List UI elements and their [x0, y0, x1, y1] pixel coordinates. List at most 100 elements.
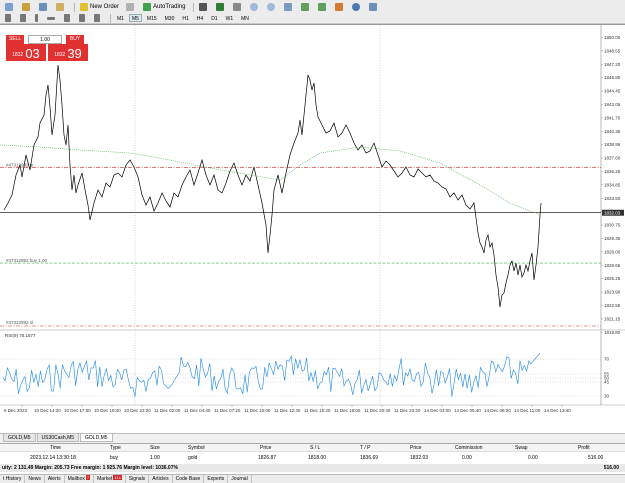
chart-tab[interactable]: US30Cash,M5 — [36, 434, 80, 442]
column-header[interactable]: Size — [150, 444, 160, 452]
column-header[interactable]: Price — [410, 444, 421, 452]
rsi-axis-label: 70 — [604, 357, 610, 362]
terminal-tab[interactable]: Articles — [149, 475, 173, 483]
chart-tab[interactable]: GOLD,M5 — [3, 434, 36, 442]
terminal-tab[interactable]: Journal — [228, 475, 252, 483]
timeframe-m1[interactable]: M1 — [114, 14, 127, 22]
terminal-tab-label: Journal — [231, 476, 248, 482]
time-axis-label: 11 Dec 12:40 — [274, 408, 301, 413]
terminal-tab[interactable]: Code Base — [173, 475, 205, 483]
templates-button[interactable] — [367, 2, 381, 12]
terminal-tab-label: Signals — [128, 476, 146, 482]
navigator-button[interactable] — [54, 2, 68, 12]
chart-window[interactable]: 1850.00 1848.55 1847.20 1845.80 1844.45 1843.… — [0, 24, 625, 433]
price-axis-label: 1822.55 — [604, 303, 621, 308]
timeframe-mn[interactable]: MN — [238, 14, 252, 22]
terminal-tab[interactable]: Signals — [126, 475, 150, 483]
market-watch-button[interactable] — [37, 2, 51, 12]
periods-button[interactable] — [350, 2, 364, 12]
price-chart[interactable]: 1850.00 1848.55 1847.20 1845.80 1844.45 1843.… — [0, 25, 625, 434]
table-cell: 1.00 — [150, 455, 160, 461]
profiles-button[interactable] — [20, 2, 34, 12]
autotrading-button[interactable]: AutoTrading — [141, 2, 187, 12]
autoscroll-button[interactable] — [299, 2, 313, 12]
terminal-tab[interactable]: Alerts — [45, 475, 65, 483]
terminal-tab-label: News — [28, 476, 41, 482]
toolbar-separator — [74, 2, 75, 12]
buy-button[interactable]: BUY — [66, 34, 84, 44]
timeframe-m15[interactable]: M15 — [144, 14, 160, 22]
timeframe-h4[interactable]: H4 — [194, 14, 206, 22]
trade-panel-prices: 1832 03 1832 39 — [6, 44, 88, 61]
crosshair-button[interactable] — [18, 13, 30, 23]
channel-button[interactable] — [77, 13, 89, 23]
table-row[interactable]: 2023.12.14 13:30:18 buy 1.00 gold 1826.87 181… — [0, 454, 625, 462]
price-axis-label: 1844.45 — [604, 89, 621, 94]
column-header[interactable]: Profit — [578, 444, 590, 452]
price-axis-label: 1841.70 — [604, 115, 621, 120]
indicators-icon — [335, 3, 344, 11]
volume-input[interactable]: 1.00 — [28, 34, 62, 44]
cursor-button[interactable] — [3, 13, 15, 23]
table-cell: gold — [188, 455, 198, 461]
timeframe-m5[interactable]: M5 — [128, 14, 142, 22]
horizontal-line-button[interactable] — [45, 13, 59, 23]
new-chart-icon — [5, 3, 13, 11]
terminal-tab[interactable]: Mailbox 7 — [65, 475, 95, 483]
price-axis-label: 1843.05 — [604, 102, 621, 107]
price-axis-label: 1828.00 — [604, 249, 621, 254]
terminal-tab[interactable]: Market 114 — [94, 475, 126, 483]
zoom-out-button[interactable] — [265, 2, 279, 12]
bar-chart-button[interactable] — [197, 2, 211, 12]
line-chart-icon — [233, 3, 242, 11]
autotrading-icon — [143, 3, 152, 11]
vertical-line-button[interactable] — [33, 13, 42, 23]
new-order-button[interactable]: New Order — [78, 2, 121, 12]
text-button[interactable] — [92, 13, 104, 23]
column-header[interactable]: Time — [50, 444, 61, 452]
terminal-tab[interactable]: News — [25, 475, 45, 483]
column-header[interactable]: Symbol — [188, 444, 205, 452]
terminal-tab[interactable]: Experts — [204, 475, 229, 483]
buy-price-box[interactable]: 1832 39 — [48, 44, 88, 61]
chart-tab[interactable]: GOLD,M5 — [80, 434, 113, 442]
templates-icon — [369, 3, 378, 11]
timeframe-d1[interactable]: D1 — [208, 14, 220, 22]
metaeditor-button[interactable] — [124, 2, 138, 12]
sell-button[interactable]: SELL — [6, 34, 24, 44]
sell-price-box[interactable]: 1832 03 — [6, 44, 46, 61]
rsi-axis-label: 30 — [604, 394, 610, 399]
new-chart-button[interactable] — [3, 2, 17, 12]
chart-shift-button[interactable] — [316, 2, 330, 12]
rsi-axis-label: 45 — [604, 380, 610, 385]
indicators-button[interactable] — [333, 2, 347, 12]
line-chart-button[interactable] — [231, 2, 245, 12]
price-axis-label: 1845.80 — [604, 75, 621, 80]
timeframe-m30[interactable]: M30 — [162, 14, 178, 22]
terminal-tab-label: Code Base — [175, 476, 201, 482]
column-header[interactable]: Price — [260, 444, 271, 452]
time-axis-label: 14 Dec 05:40 — [454, 408, 481, 413]
terminal-tab[interactable]: t History — [0, 475, 26, 483]
trendline-button[interactable] — [62, 13, 74, 23]
table-cell: 516.00 — [588, 455, 604, 461]
terminal-tab-bar: t History News Alerts Mailbox 7 Market 114 Sign… — [0, 474, 625, 483]
timeframe-h1[interactable]: H1 — [179, 14, 191, 22]
zoom-in-button[interactable] — [248, 2, 262, 12]
price-axis-label: 1829.35 — [604, 236, 621, 241]
column-header[interactable]: Commission — [455, 444, 483, 452]
metaeditor-icon — [126, 3, 135, 11]
price-axis-label: 1834.85 — [604, 182, 621, 187]
new-order-label: New Order — [90, 4, 120, 10]
column-header[interactable]: Type — [110, 444, 121, 452]
column-header[interactable]: S / L — [310, 444, 320, 452]
timeframe-w1[interactable]: W1 — [223, 14, 237, 22]
candles-button[interactable] — [214, 2, 228, 12]
time-axis-label: 14 Dec 03:00 — [424, 408, 451, 413]
column-header[interactable]: T / P — [360, 444, 370, 452]
tile-windows-button[interactable] — [282, 2, 296, 12]
toolbar-row-2: M1 M5 M15 M30 H1 H4 D1 W1 MN — [0, 12, 625, 24]
table-cell: buy — [110, 455, 119, 461]
column-header[interactable]: Swap — [515, 444, 528, 452]
terminal-tab-label: Mailbox — [67, 476, 85, 482]
